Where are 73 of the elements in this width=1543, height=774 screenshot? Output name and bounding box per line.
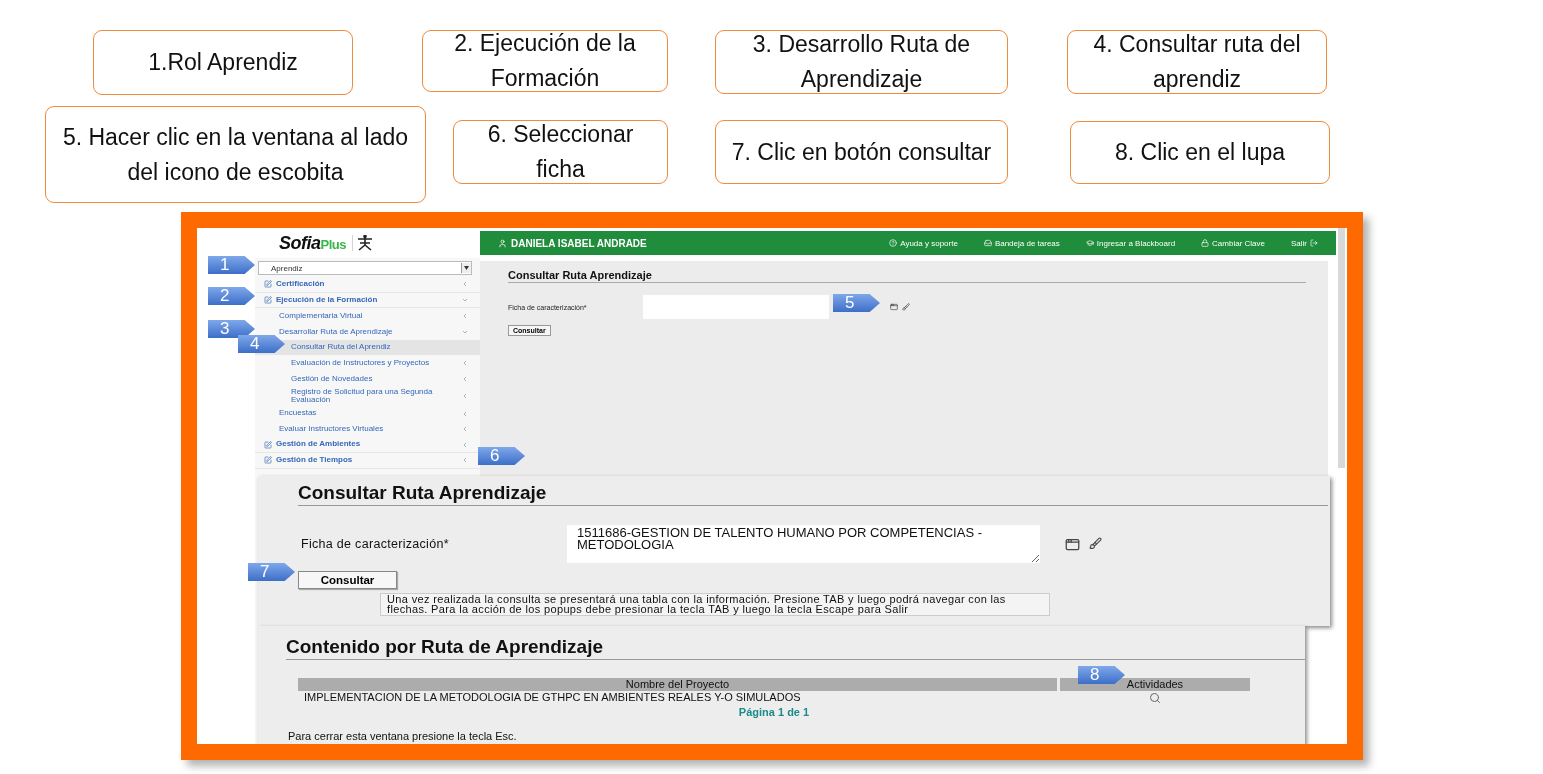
pager: Página 1 de 1 <box>737 706 811 718</box>
role-select[interactable]: Aprendiz <box>258 261 472 275</box>
top-link[interactable]: Cambiar Clave <box>1201 238 1265 248</box>
menu-label: Gestión de Tiempos <box>276 455 353 465</box>
step-box: 6. Seleccionar ficha <box>453 120 668 184</box>
step-box: 7. Clic en botón consultar <box>715 120 1008 184</box>
step-marker: 7 <box>248 563 295 581</box>
menu-label: Encuestas <box>279 409 317 418</box>
menu-label: Gestión de Novedades <box>291 374 373 384</box>
window-icon[interactable] <box>1065 537 1080 552</box>
menu-label: Desarrollar Ruta de Aprendizaje <box>279 327 393 337</box>
table-cell-text: IMPLEMENTACION DE LA METODOLOGIA DE GTHPC EN AMBIENTES REALES Y-O SIMULADOS <box>303 691 802 704</box>
menu-label: Complementaria Virtual <box>279 311 363 321</box>
ficha-field[interactable]: 1511686-GESTION DE TALENTO HUMANO POR COMPETENCIAS - METODOLOGIA <box>567 525 1040 563</box>
help-text: Una vez realizada la consulta se presentará una tabla con la información. Presione TAB y luego podrá navegar con las flechas. Para la acción de los popups debe presionar la tecla TAB y luego la tecla Escape para Salir <box>380 593 1050 616</box>
step-marker: 3 <box>208 320 255 338</box>
form-title: Consultar Ruta Aprendizaje <box>508 269 1306 283</box>
menu-item[interactable]: Gestión de Novedades <box>255 371 480 387</box>
window-icon[interactable] <box>890 303 898 311</box>
step-box: 4. Consultar ruta del aprendiz <box>1067 30 1327 94</box>
form-title: Consultar Ruta Aprendizaje <box>298 482 1328 506</box>
menu-label: Evaluar Instructores Virtuales <box>279 425 384 434</box>
step-box: 3. Desarrollo Ruta de Aprendizaje <box>715 30 1008 94</box>
menu-label: Consultar Ruta del Aprendiz <box>291 343 391 352</box>
top-link[interactable]: Ingresar a Blackboard <box>1085 238 1176 248</box>
edit-icon <box>264 456 272 465</box>
edit-icon <box>264 280 272 289</box>
results-title: Contenido por Ruta de Aprendizaje <box>286 636 1305 660</box>
link-icon <box>983 239 992 247</box>
user-icon <box>498 238 507 248</box>
step-marker: 8 <box>1078 666 1125 684</box>
scrollbar[interactable] <box>1338 228 1345 468</box>
link-icon <box>889 239 898 247</box>
menu-label: Gestión de Ambientes <box>276 440 361 449</box>
step-marker: 5 <box>833 294 880 312</box>
menu-item[interactable]: Complementaria Virtual <box>255 308 480 325</box>
step-box: 1.Rol Aprendiz <box>93 30 353 95</box>
step-marker: 4 <box>238 335 285 353</box>
edit-icon <box>264 296 272 305</box>
logout-icon <box>1310 239 1318 247</box>
menu-label: Registro de Solicitud para una Segunda Evaluación <box>291 387 434 405</box>
menu-item[interactable]: Encuestas <box>255 405 480 422</box>
column-header: Nombre del Proyecto <box>298 678 1057 691</box>
logo: SofiaPlus <box>279 232 346 254</box>
menu-item[interactable]: Evaluación de Instructores y Proyectos <box>255 355 480 372</box>
top-link[interactable]: Salir <box>1291 238 1318 248</box>
menu-label: Ejecución de la Formación <box>276 295 378 305</box>
close-hint: Para cerrar esta ventana presione la tecla Esc. <box>288 730 518 742</box>
search-icon[interactable] <box>1149 691 1161 704</box>
step-marker: 2 <box>208 287 255 305</box>
menu-item[interactable]: Ejecución de la Formación <box>255 292 480 309</box>
step-box: 5. Hacer clic en la ventana al lado del icono de escobita <box>45 106 426 203</box>
menu-item[interactable]: Gestión de Ambientes <box>255 437 480 453</box>
brush-icon[interactable] <box>902 303 910 311</box>
dropdown-icon <box>464 266 469 270</box>
step-marker: 6 <box>478 447 525 465</box>
brush-icon[interactable] <box>1089 537 1102 550</box>
edit-icon <box>264 440 272 449</box>
menu-item[interactable]: Evaluar Instructores Virtuales <box>255 421 480 438</box>
link-icon <box>1201 239 1210 247</box>
field-label: Ficha de caracterización* <box>300 536 450 551</box>
link-icon <box>1085 239 1094 247</box>
menu-item[interactable]: Registro de Solicitud para una Segunda Evaluación <box>255 386 480 406</box>
step-box: 8. Clic en el lupa <box>1070 121 1330 184</box>
top-link[interactable]: Bandeja de tareas <box>983 238 1060 248</box>
top-link[interactable]: Ayuda y soporte <box>889 238 958 248</box>
menu-label: Certificación <box>276 280 325 289</box>
consultar-button[interactable]: Consultar <box>298 571 397 589</box>
step-marker: 1 <box>208 256 255 274</box>
menu-label: Evaluación de Instructores y Proyectos <box>291 359 430 368</box>
menu-item[interactable]: Certificación <box>255 277 480 293</box>
user-name: DANIELA ISABEL ANDRADE <box>498 237 647 249</box>
step-box: 2. Ejecución de la Formación <box>422 30 668 92</box>
